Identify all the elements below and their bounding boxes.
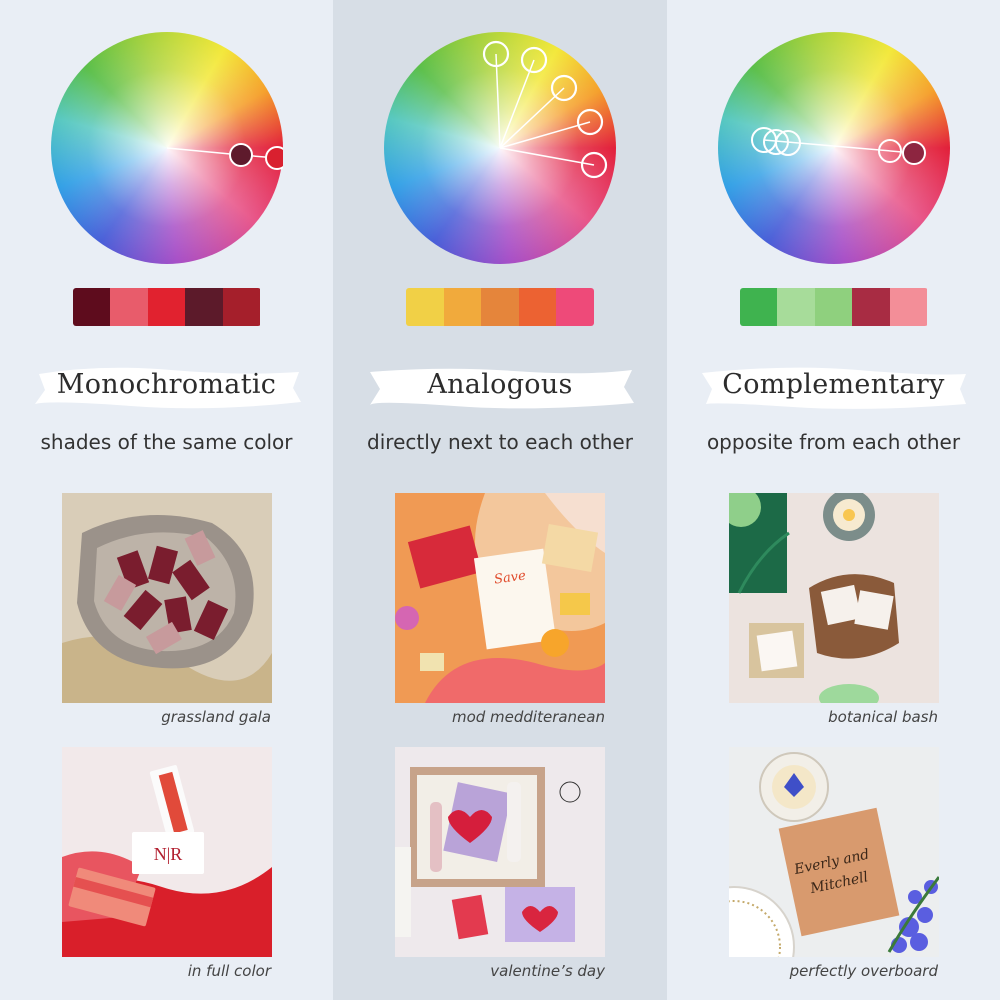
swatch bbox=[72, 288, 111, 326]
photo-valentines-day bbox=[395, 747, 605, 957]
swatch bbox=[777, 288, 815, 326]
scheme-title: Analogous bbox=[427, 369, 573, 400]
wheel-markers bbox=[482, 40, 608, 179]
swatch bbox=[222, 288, 261, 326]
color-palette bbox=[406, 288, 594, 326]
scheme-title: Monochromatic bbox=[56, 369, 277, 400]
color-palette bbox=[739, 288, 928, 326]
swatch bbox=[481, 288, 519, 326]
scheme-title: Complementary bbox=[722, 369, 945, 400]
photo-caption: valentine’s day bbox=[490, 962, 605, 980]
photo-caption: mod medditeranean bbox=[451, 708, 605, 726]
column-analogous: Analogous directly next to each other Sa… bbox=[333, 0, 667, 1000]
wheel-marker-dark bbox=[901, 141, 926, 165]
swatch bbox=[110, 288, 148, 326]
photo-botanical-bash bbox=[728, 493, 939, 703]
column-monochromatic: Monochromatic shades of the same color g… bbox=[0, 0, 333, 1000]
wheel-marker-red bbox=[264, 146, 283, 170]
swatch bbox=[556, 288, 594, 326]
column-complementary: Complementary opposite from each other b… bbox=[667, 0, 1000, 1000]
swatch bbox=[852, 288, 890, 326]
photo-in-full-color: N|R bbox=[61, 747, 272, 957]
photo-caption: botanical bash bbox=[828, 708, 938, 726]
scheme-subtitle: directly next to each other bbox=[367, 430, 633, 454]
swatch bbox=[518, 288, 557, 326]
svg-text:N|R: N|R bbox=[153, 844, 182, 864]
photo-grassland-gala bbox=[61, 493, 272, 703]
scheme-subtitle: shades of the same color bbox=[40, 430, 293, 454]
swatch bbox=[185, 288, 223, 326]
swatch bbox=[406, 288, 444, 326]
scheme-subtitle: opposite from each other bbox=[706, 430, 961, 454]
color-palette bbox=[72, 288, 261, 326]
swatch bbox=[443, 288, 482, 326]
swatch bbox=[147, 288, 186, 326]
swatch bbox=[739, 288, 778, 326]
swatch bbox=[889, 288, 928, 326]
photo-perfectly-overboard: Everly and Mitchell bbox=[728, 747, 939, 957]
wheel-markers bbox=[166, 143, 283, 170]
wheel-markers bbox=[750, 127, 926, 165]
swatch bbox=[814, 288, 853, 326]
color-wheel bbox=[50, 32, 283, 264]
photo-caption: grassland gala bbox=[161, 708, 271, 726]
color-wheel bbox=[717, 32, 950, 264]
color-scheme-infographic: Monochromatic shades of the same color g… bbox=[0, 0, 1000, 1000]
photo-caption: in full color bbox=[187, 962, 271, 980]
color-wheel bbox=[384, 32, 616, 264]
photo-caption: perfectly overboard bbox=[789, 962, 938, 980]
photo-mod-medditeranean: Save bbox=[395, 493, 605, 703]
wheel-marker-dark bbox=[228, 143, 253, 167]
